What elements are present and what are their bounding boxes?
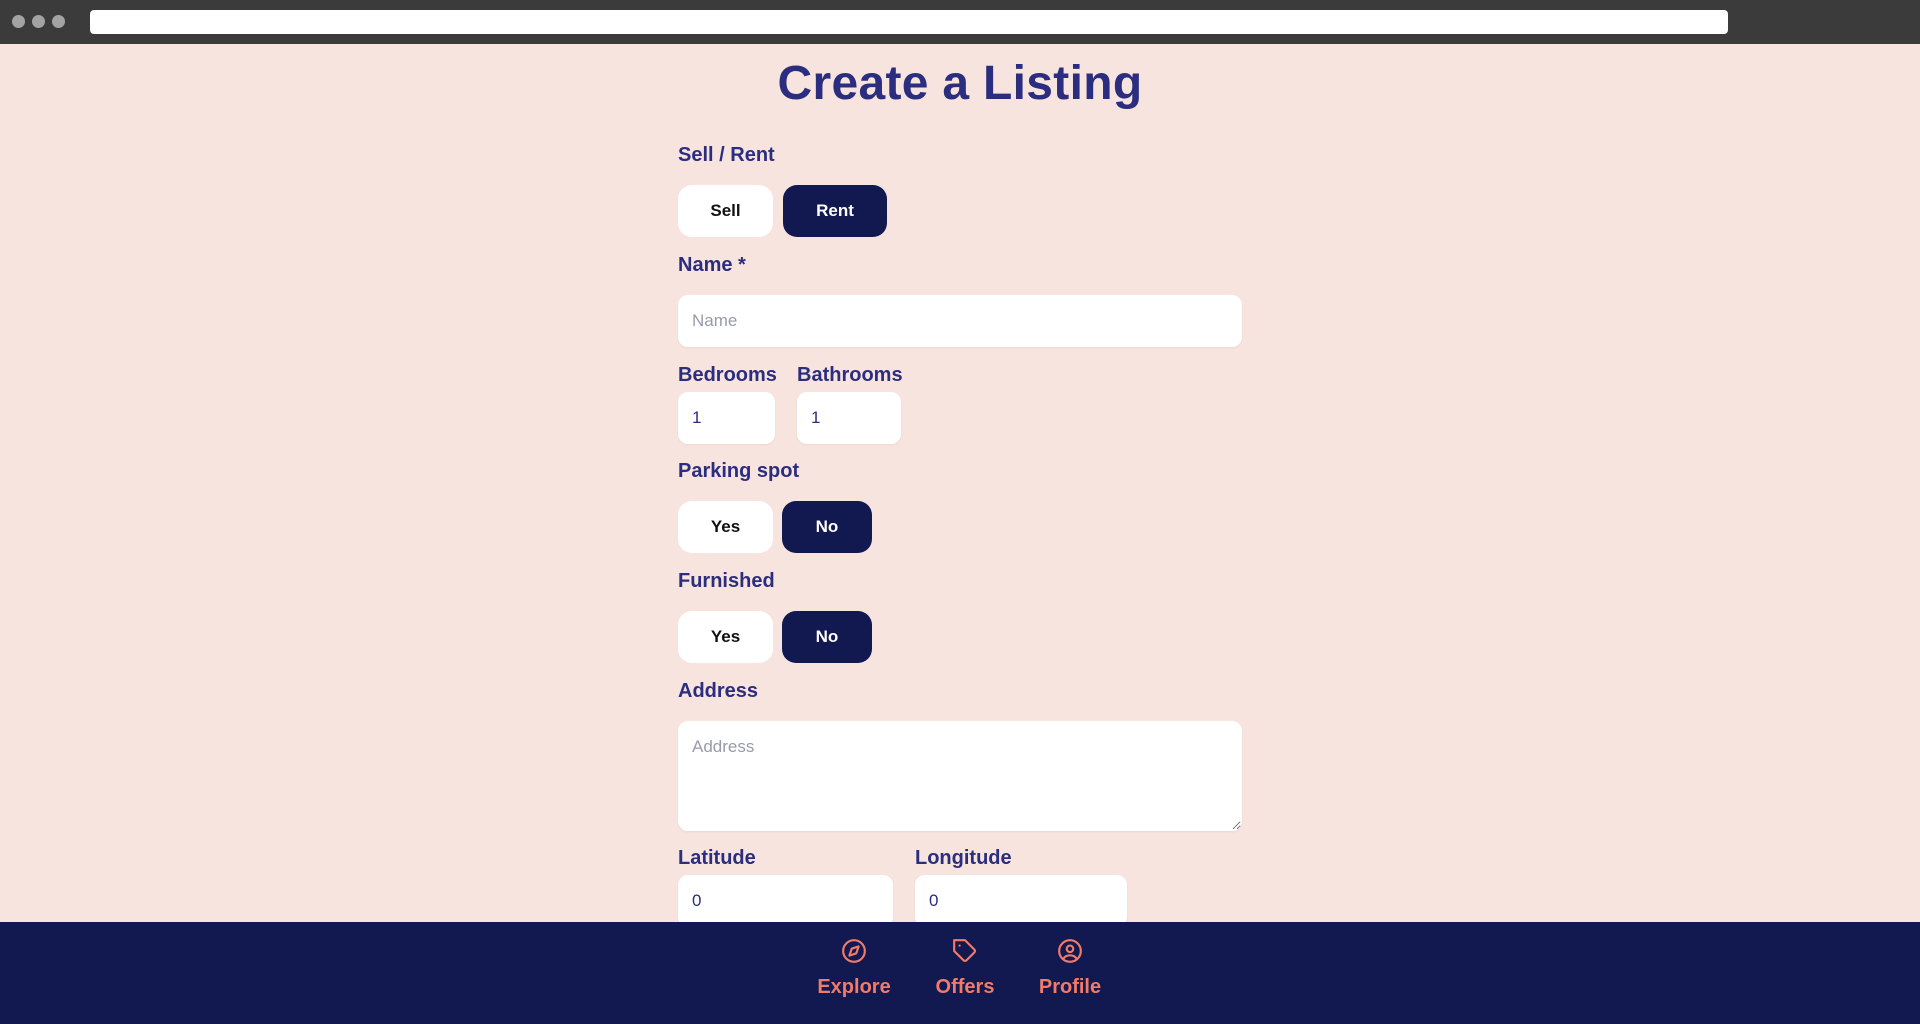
window-controls xyxy=(12,15,65,28)
nav-item-offers-label: Offers xyxy=(935,976,995,998)
page-title: Create a Listing xyxy=(777,57,1143,110)
name-label: Name * xyxy=(678,254,746,276)
nav-item-explore-label: Explore xyxy=(817,976,891,998)
longitude-label: Longitude xyxy=(915,847,1012,869)
name-input[interactable] xyxy=(678,295,1242,347)
longitude-input[interactable] xyxy=(915,875,1127,927)
tag-icon xyxy=(953,939,976,962)
sell-rent-label: Sell / Rent xyxy=(678,144,775,166)
address-bar[interactable] xyxy=(90,10,1728,34)
parking-label: Parking spot xyxy=(678,460,800,482)
nav-item-offers[interactable]: Offers xyxy=(933,938,997,999)
furnished-yes-button[interactable]: Yes xyxy=(678,611,773,663)
bedrooms-input[interactable] xyxy=(678,392,775,444)
close-window-dot[interactable] xyxy=(12,15,25,28)
bottom-nav: Explore Offers Profile xyxy=(0,922,1920,1024)
nav-item-explore[interactable]: Explore xyxy=(817,938,891,999)
latitude-label: Latitude xyxy=(678,847,756,869)
bathrooms-input[interactable] xyxy=(797,392,901,444)
rent-button[interactable]: Rent xyxy=(783,185,887,237)
compass-icon xyxy=(842,939,866,963)
address-textarea[interactable] xyxy=(678,721,1242,831)
bedrooms-label: Bedrooms xyxy=(678,364,777,386)
furnished-label: Furnished xyxy=(678,570,775,592)
bathrooms-label: Bathrooms xyxy=(797,364,903,386)
parking-no-button[interactable]: No xyxy=(782,501,872,553)
maximize-window-dot[interactable] xyxy=(52,15,65,28)
sell-button[interactable]: Sell xyxy=(678,185,773,237)
nav-item-profile[interactable]: Profile xyxy=(1037,938,1103,999)
parking-yes-button[interactable]: Yes xyxy=(678,501,773,553)
browser-chrome xyxy=(0,0,1920,44)
furnished-no-button[interactable]: No xyxy=(782,611,872,663)
address-label: Address xyxy=(678,680,759,702)
nav-item-profile-label: Profile xyxy=(1038,976,1102,998)
latitude-input[interactable] xyxy=(678,875,893,927)
user-circle-icon xyxy=(1058,939,1082,963)
minimize-window-dot[interactable] xyxy=(32,15,45,28)
